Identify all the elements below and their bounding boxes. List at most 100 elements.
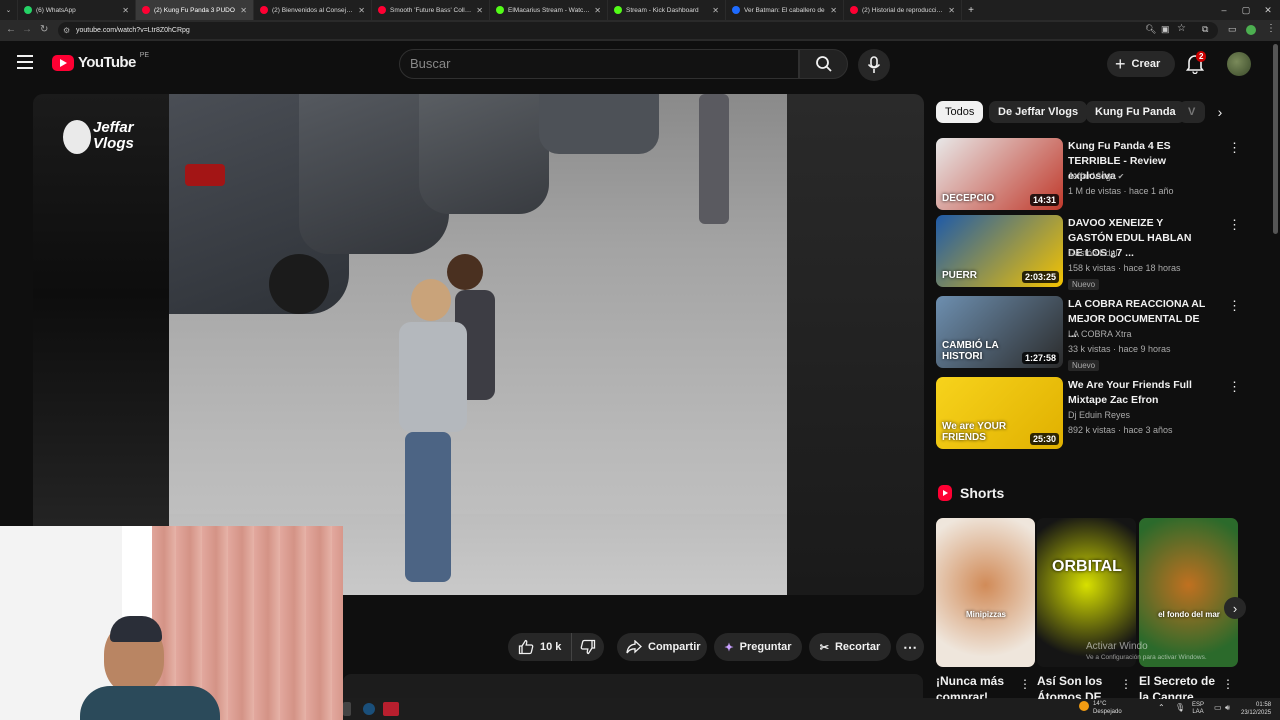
browser-tab[interactable]: ElMacarius Stream - Watch Live ✕ [490,0,608,20]
steam-icon[interactable] [363,703,375,715]
tab-title: (2) Bienvenidos al Consejo Triba [272,6,354,14]
tab-close-icon[interactable]: ✕ [594,6,601,15]
clock[interactable]: 01:58 23/12/2025 [1241,701,1271,717]
browser-tab[interactable]: Smooth 'Future Bass' Collection ✕ [372,0,490,20]
tab-close-icon[interactable]: ✕ [240,6,247,15]
url-field[interactable]: ⚙ youtube.com/watch?v=Ltr8Z0hCRpg [58,22,1218,39]
page-scrollbar[interactable] [1273,44,1278,234]
browser-tab[interactable]: (2) Kung Fu Panda 3 PUDO ✕ [136,0,254,20]
taskbar-app-icon[interactable] [343,702,351,716]
browser-tab[interactable]: (2) Historial de reproducciones ✕ [844,0,962,20]
ask-label: Preguntar [739,641,792,653]
more-options-icon[interactable]: ⋮ [1228,217,1241,233]
short-title[interactable]: Así Son los Átomos DE [1037,673,1117,699]
short-more-options-icon[interactable]: ⋮ [1222,677,1234,691]
tray-chevron-icon[interactable]: ⌃ [1158,703,1165,712]
channel-name[interactable]: Dj Eduin Reyes [1068,410,1130,420]
recommendation-item[interactable]: PUERR 2:03:25 DAVOO XENEIZE Y GASTÓN EDUL … [936,215,1256,290]
tab-close-icon[interactable]: ✕ [830,6,837,15]
windows-activation-watermark: Activar Windo Ve a Configuración para ac… [1086,641,1236,663]
clip-button[interactable]: ✂ Recortar [809,633,891,661]
new-tab-button[interactable]: + [962,0,980,20]
description-box[interactable] [343,674,923,698]
zoom-icon[interactable]: 🔍︎ [1145,24,1156,35]
tab-close-icon[interactable]: ✕ [712,6,719,15]
browser-tab-strip: ⌄ (6) WhatsApp ✕ (2) Kung Fu Panda 3 PUDO ✕… [0,0,1280,20]
new-badge: Nuevo [1068,360,1100,371]
network-icon[interactable]: ▭ [1214,703,1222,712]
recommendation-thumbnail[interactable]: We are YOUR FRIENDS 25:30 [936,377,1063,449]
tray-mic-icon[interactable]: 🎙︎ [1175,703,1185,712]
short-more-options-icon[interactable]: ⋮ [1019,677,1031,691]
tab-search-button[interactable]: ⌄ [0,0,18,20]
forward-icon[interactable]: → [22,24,32,35]
tab-close-icon[interactable]: ✕ [948,6,955,15]
tab-title: Smooth 'Future Bass' Collection [390,6,472,14]
site-info-icon[interactable]: ⚙ [63,22,70,39]
extensions-icon[interactable]: ⧉ [1202,24,1208,35]
channel-name[interactable]: Gastón Edul [1068,248,1118,258]
more-actions-button[interactable]: ⋯ [896,633,924,661]
recommendation-thumbnail[interactable]: CAMBIÓ LA HISTORI 1:27:58 [936,296,1063,368]
channel-name[interactable]: Jeffar Vlogs ✔ [1068,171,1124,181]
reload-icon[interactable]: ↻ [40,24,48,35]
guide-menu-icon[interactable] [17,55,33,69]
browser-tab[interactable]: Stream - Kick Dashboard ✕ [608,0,726,20]
video-title[interactable]: We Are Your Friends Full Mixtape Zac Efr… [1068,378,1206,408]
notifications-button[interactable]: 2 [1185,51,1207,75]
more-options-icon[interactable]: ⋮ [1228,298,1241,314]
browser-tab[interactable]: Ver Batman: El caballero de ✕ [726,0,844,20]
close-window-icon[interactable]: ✕ [1258,0,1278,20]
volume-icon[interactable]: 🔊︎ [1225,703,1230,713]
short-thumbnail[interactable]: Minipizzas [936,518,1035,667]
filter-chip[interactable]: De Jeffar Vlogs [989,101,1088,123]
child-head [411,279,451,321]
more-options-icon[interactable]: ⋮ [1228,379,1241,395]
account-avatar[interactable] [1227,52,1251,76]
filter-chip[interactable]: Kung Fu Panda [1086,101,1185,123]
shorts-next-button[interactable]: › [1224,597,1246,619]
youtube-logo[interactable]: YouTube PE [52,52,149,71]
recommendation-item[interactable]: DECEPCIO 14:31 Kung Fu Panda 4 ES TERRIBLE… [936,138,1256,210]
recommendation-item[interactable]: We are YOUR FRIENDS 25:30 We Are Your Frie… [936,377,1256,449]
recommendation-thumbnail[interactable]: DECEPCIO 14:31 [936,138,1063,210]
dislike-button[interactable] [572,633,604,661]
chips-next-button[interactable]: › [1206,101,1234,123]
maximize-icon[interactable]: ▢ [1236,0,1256,20]
recommendation-thumbnail[interactable]: PUERR 2:03:25 [936,215,1063,287]
short-title[interactable]: ¡Nunca más comprar! [936,673,1016,699]
share-button[interactable]: Compartir [617,633,707,661]
recording-app-icon[interactable] [383,702,399,716]
video-player[interactable]: Jeffar Vlogs [33,94,924,595]
browser-tab[interactable]: (2) Bienvenidos al Consejo Triba ✕ [254,0,372,20]
filter-chip[interactable]: V [1179,101,1205,123]
recommendation-item[interactable]: CAMBIÓ LA HISTORI 1:27:58 LA COBRA REACCIO… [936,296,1256,371]
weather-widget[interactable]: 14°C Despejado [1093,700,1122,716]
short-title[interactable]: El Secreto de la Cangre [1139,673,1219,699]
cast-icon[interactable]: ▣ [1161,24,1170,35]
tab-close-icon[interactable]: ✕ [122,6,129,15]
voice-search-button[interactable] [858,49,890,81]
short-more-options-icon[interactable]: ⋮ [1120,677,1132,691]
language-indicator[interactable]: ESP LAA [1192,702,1204,716]
create-button[interactable]: + Crear [1107,51,1175,77]
like-button[interactable]: 10 k [508,633,572,661]
ask-button[interactable]: ✦ Preguntar [714,633,802,661]
filter-chip[interactable]: Todos [936,101,984,123]
tab-close-icon[interactable]: ✕ [476,6,483,15]
bookmark-star-icon[interactable]: ☆ [1177,23,1186,34]
browser-tab[interactable]: (6) WhatsApp ✕ [18,0,136,20]
more-options-icon[interactable]: ⋮ [1228,140,1241,156]
minimize-icon[interactable]: – [1214,0,1234,20]
tab-close-icon[interactable]: ✕ [358,6,365,15]
thumbs-down-icon [580,639,596,655]
sidepanel-icon[interactable]: ▭ [1228,24,1237,35]
search-input[interactable]: Buscar [399,49,799,79]
back-icon[interactable]: ← [6,24,16,35]
thumbs-up-icon [518,639,534,655]
profile-avatar-icon[interactable] [1246,25,1256,35]
video-duration: 25:30 [1029,433,1059,445]
channel-name[interactable]: LA COBRA Xtra [1068,329,1132,339]
browser-menu-icon[interactable]: ⋮ [1266,23,1276,34]
search-button[interactable] [799,49,848,79]
